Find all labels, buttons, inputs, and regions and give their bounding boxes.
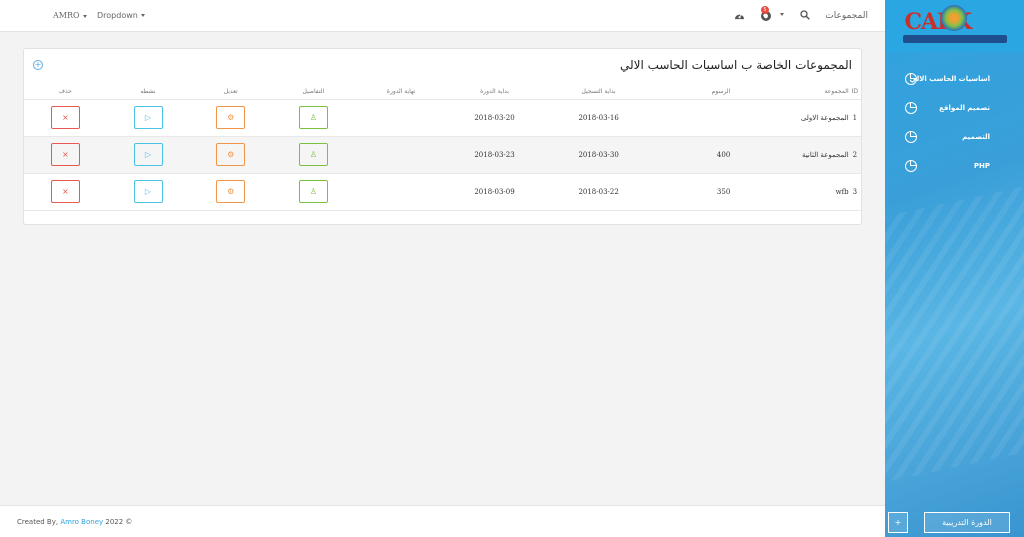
table-row: × ▷ ⚙ ♙ 2018-03-09 2018-03-22 350 wfb 3 [24,173,861,211]
activate-button[interactable]: ▷ [133,143,163,166]
dashboard-icon[interactable] [734,11,745,20]
delete-button[interactable]: × [50,180,80,203]
author-link[interactable]: Amro Boney [60,518,103,526]
course-start-cell: 2018-03-20 [447,99,542,137]
panel-title: المجموعات الخاصة ب اساسيات الحاسب الالي [619,58,852,72]
col-group: المجموعة [730,85,849,100]
logo-globe [940,5,967,31]
sidebar-item-label: اساسيات الحاسب الالي [909,74,990,83]
pie-chart-icon [905,72,917,85]
logo-graphic: CAI K [902,5,1007,43]
reg-start-cell: 2018-03-16 [541,99,656,137]
sidebar-item-web-design[interactable]: تصميم المواقع [885,93,1024,122]
footer-prefix: Created By, [17,518,59,526]
details-button[interactable]: ♙ [298,143,328,166]
groups-panel: + المجموعات الخاصة ب اساسيات الحاسب الال… [23,48,862,225]
dropdown-label: Dropdown [97,11,138,20]
sidebar-item-label: تصميم المواقع [939,103,990,112]
sidebar: CAI K اساسيات الحاسب الالي تصميم المواقع… [885,0,1024,537]
sidebar-item-php[interactable]: PHP [885,151,1024,180]
sidebar-nav: اساسيات الحاسب الالي تصميم المواقع التصم… [885,64,1024,180]
col-fee: الرسوم [655,85,731,100]
footer-suffix: 2022 © [105,518,133,526]
col-delete: حذف [24,85,107,100]
col-activate: نشطه [106,85,190,100]
course-start-cell: 2018-03-23 [447,136,542,174]
table-row: × ▷ ⚙ ♙ 2018-03-23 2018-03-30 400 المجمو… [24,136,861,174]
sidebar-item-design[interactable]: التصميم [885,122,1024,151]
table-header-row: حذف نشطه تعديل التفاصيل نهاية الدورة بدا… [24,85,861,100]
id-cell: 2 [848,136,861,174]
logo-banner [902,35,1007,43]
course-end-cell [354,136,448,174]
chevron-down-icon [140,14,145,17]
sidebar-item-label: PHP [973,161,990,170]
fee-cell [655,99,731,137]
course-end-cell [354,99,448,137]
notification-badge: 5 [761,6,769,14]
id-cell: 1 [848,99,861,137]
chevron-down-icon[interactable] [780,13,784,16]
pie-chart-icon [905,101,917,114]
group-cell: wfb [730,173,849,211]
sidebar-background [885,175,1024,485]
details-button[interactable]: ♙ [298,106,328,129]
pie-chart-icon [905,159,917,172]
edit-button[interactable]: ⚙ [216,143,246,166]
col-course-start: بداية الدورة [447,85,542,100]
activate-button[interactable]: ▷ [133,180,163,203]
edit-button[interactable]: ⚙ [216,180,246,203]
course-end-cell [354,173,448,211]
groups-table: حذف نشطه تعديل التفاصيل نهاية الدورة بدا… [24,85,861,211]
dropdown-menu[interactable]: Dropdown [97,11,145,20]
pie-chart-icon [905,130,917,143]
add-group-icon[interactable]: + [33,60,43,70]
add-course-button[interactable]: + [888,512,908,533]
top-navbar: AMRO Dropdown 5 المجموعات [0,0,885,32]
reg-start-cell: 2018-03-30 [541,136,656,174]
col-course-end: نهاية الدورة [354,85,448,100]
table-row: × ▷ ⚙ ♙ 2018-03-20 2018-03-16 المجموعة ا… [24,99,861,137]
group-cell: المجموعة الثانية [730,136,849,174]
activate-button[interactable]: ▷ [133,106,163,129]
footer: Created By, Amro Boney 2022 © [0,505,885,537]
col-edit: تعديل [189,85,273,100]
fee-cell: 400 [655,136,731,174]
course-start-cell: 2018-03-09 [447,173,542,211]
training-course-button[interactable]: الدورة التدريبية [924,512,1010,533]
details-button[interactable]: ♙ [298,180,328,203]
col-id: ID [848,85,861,100]
col-details: التفاصيل [272,85,355,100]
user-menu[interactable]: AMRO [53,11,87,20]
sidebar-item-computer-basics[interactable]: اساسيات الحاسب الالي [885,64,1024,93]
page-title: المجموعات [825,11,868,21]
col-reg-start: بداية التسجيل [541,85,656,100]
logo[interactable]: CAI K [885,0,1024,52]
group-cell: المجموعة الاولى [730,99,849,137]
id-cell: 3 [848,173,861,211]
search-icon[interactable] [800,10,810,20]
delete-button[interactable]: × [50,143,80,166]
footer-credit: Created By, Amro Boney 2022 © [17,518,132,526]
chevron-down-icon [82,14,87,18]
fee-cell: 350 [655,173,731,211]
sidebar-item-label: التصميم [962,132,990,141]
reg-start-cell: 2018-03-22 [541,173,656,211]
edit-button[interactable]: ⚙ [216,106,246,129]
delete-button[interactable]: × [50,106,80,129]
user-name: AMRO [53,11,80,20]
